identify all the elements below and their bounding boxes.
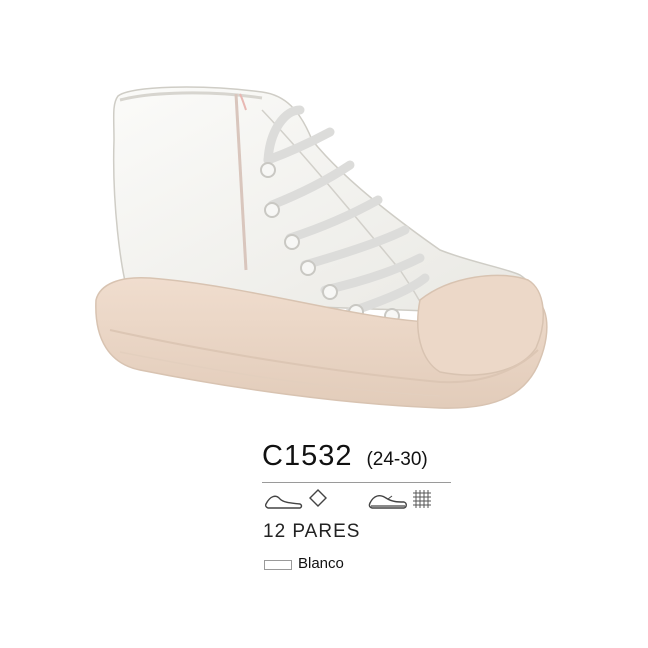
product-card: C1532 (24-30) 12 PARES Blanco — [0, 0, 648, 648]
product-code: C1532 — [262, 440, 353, 472]
shoe-outline-icon — [264, 495, 303, 509]
shoe-image — [95, 86, 548, 409]
mesh-grid-icon — [413, 490, 431, 508]
sneaker-sole-icon — [368, 495, 407, 509]
color-name: Blanco — [298, 555, 344, 572]
divider — [262, 482, 451, 483]
model-line: C1532 (24-30) — [262, 440, 428, 473]
size-range: (24-30) — [366, 449, 428, 470]
diamond-icon — [309, 489, 327, 507]
pairs-count: 12 PARES — [263, 521, 361, 542]
color-swatch — [264, 560, 292, 570]
